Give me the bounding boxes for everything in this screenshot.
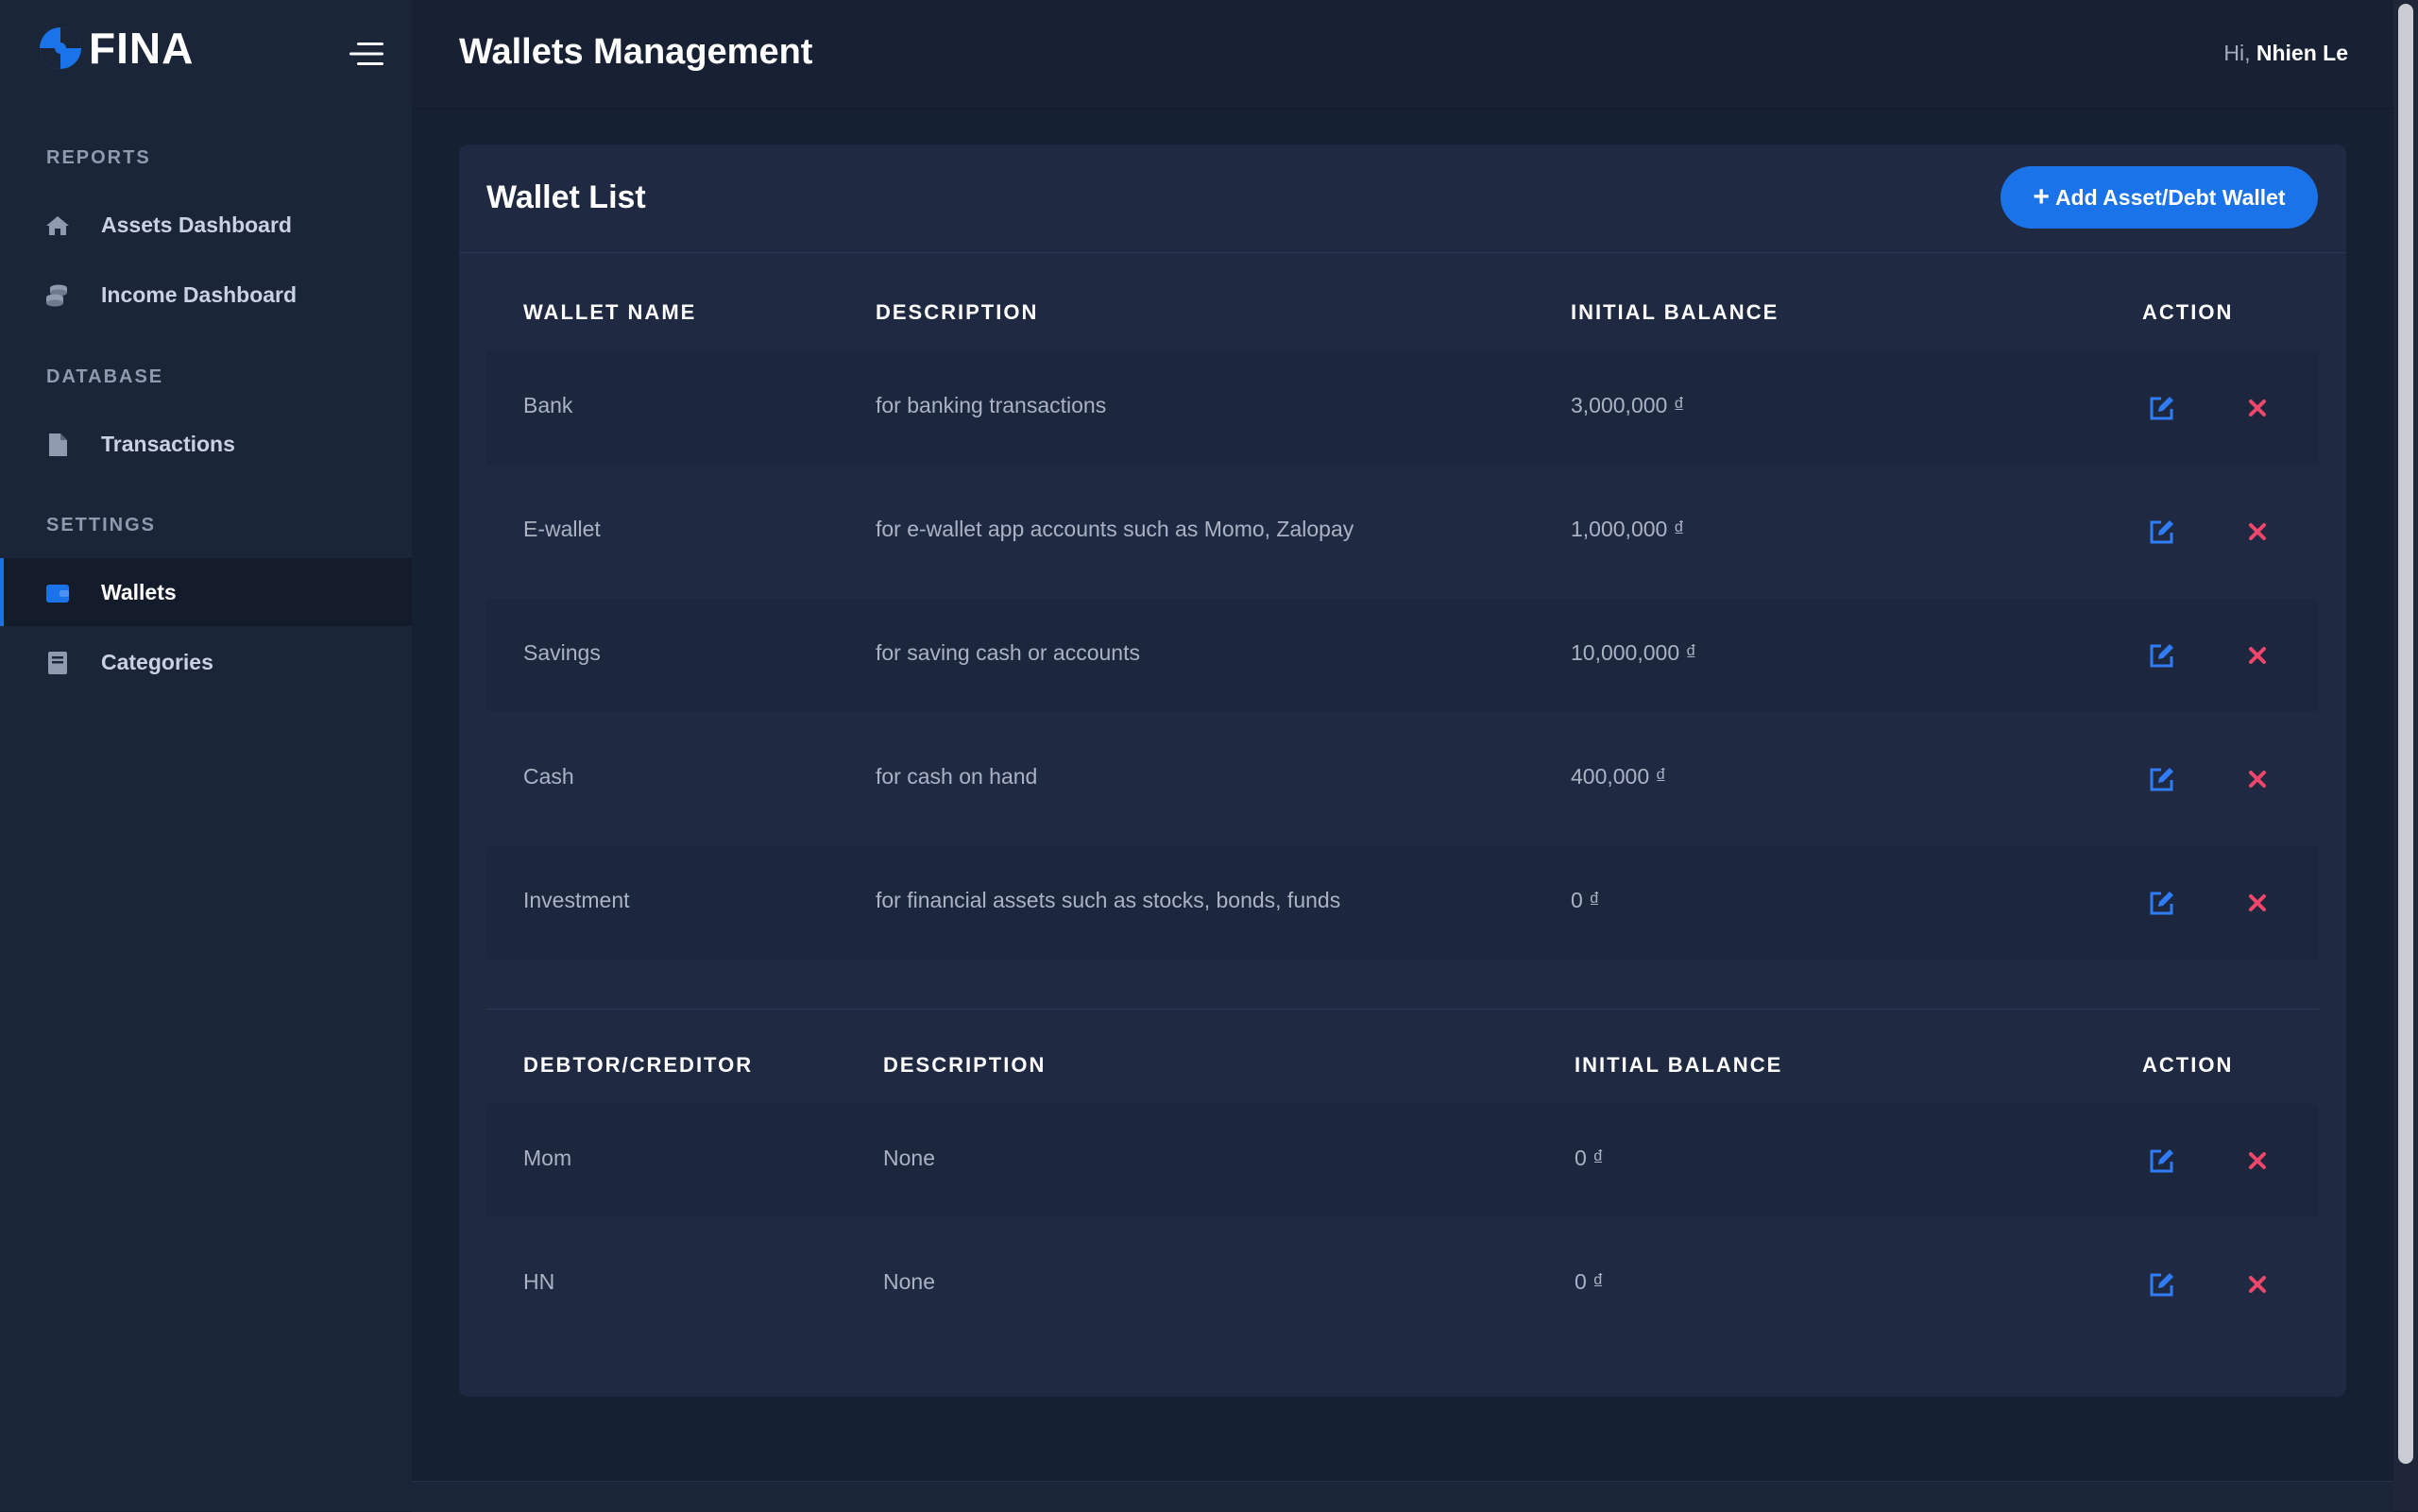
delete-icon[interactable]	[2247, 1150, 2268, 1171]
wallet-list-card: Wallet List + Add Asset/Debt Wallet WALL…	[459, 144, 2346, 1397]
coins-icon	[46, 284, 67, 307]
column-header-initial-balance: INITIAL BALANCE	[1575, 1053, 1783, 1077]
page-title: Wallets Management	[459, 32, 813, 72]
section-label-database: DATABASE	[46, 366, 164, 387]
sidebar-item-transactions[interactable]: Transactions	[0, 410, 412, 478]
add-wallet-button-label: Add Asset/Debt Wallet	[2054, 184, 2286, 210]
page-footer	[412, 1481, 2393, 1512]
vertical-scrollbar[interactable]	[2393, 0, 2418, 1511]
cell-description: for cash on hand	[876, 764, 1038, 789]
sidebar-item-assets-dashboard[interactable]: Assets Dashboard	[0, 191, 412, 259]
fina-logo-icon	[40, 27, 81, 69]
delete-icon[interactable]	[2247, 645, 2268, 666]
wallet-icon	[46, 585, 69, 603]
section-label-reports: REPORTS	[46, 147, 151, 168]
cell-balance: 10,000,000 ₫	[1571, 640, 1697, 665]
cell-description: None	[883, 1146, 935, 1170]
book-icon	[48, 652, 67, 674]
add-wallet-button[interactable]: + Add Asset/Debt Wallet	[2001, 166, 2318, 229]
delete-icon[interactable]	[2247, 892, 2268, 913]
brand-name: FINA	[89, 24, 195, 73]
menu-toggle-icon[interactable]	[349, 42, 383, 66]
cell-balance: 0 ₫	[1571, 888, 1600, 912]
cell-name: Mom	[523, 1146, 572, 1170]
card-title: Wallet List	[486, 179, 646, 215]
sidebar-item-income-dashboard[interactable]: Income Dashboard	[0, 261, 412, 329]
cell-description: for banking transactions	[876, 393, 1107, 417]
sidebar-item-wallets[interactable]: Wallets	[0, 558, 412, 626]
cell-balance: 400,000 ₫	[1571, 764, 1667, 789]
cell-balance: 3,000,000 ₫	[1571, 393, 1685, 417]
sidebar: FINA REPORTS Assets Dashboard Income Das…	[0, 0, 412, 1511]
cell-name: Savings	[523, 640, 601, 665]
column-header-description: DESCRIPTION	[883, 1053, 1047, 1077]
cell-balance: 0 ₫	[1575, 1269, 1604, 1294]
column-header-debtor-creditor: DEBTOR/CREDITOR	[523, 1053, 754, 1077]
cell-name: HN	[523, 1269, 555, 1294]
edit-icon[interactable]	[2148, 1270, 2176, 1299]
card-header: Wallet List + Add Asset/Debt Wallet	[459, 144, 2346, 253]
cell-description: for financial assets such as stocks, bon…	[876, 888, 1341, 912]
table-row: E-wallet for e-wallet app accounts such a…	[486, 475, 2319, 588]
column-header-description: DESCRIPTION	[876, 300, 1039, 324]
delete-icon[interactable]	[2247, 521, 2268, 542]
section-divider	[486, 1009, 2319, 1010]
user-name: Nhien Le	[2256, 41, 2348, 65]
sidebar-item-label: Categories	[101, 650, 213, 674]
edit-icon[interactable]	[2148, 1147, 2176, 1175]
cell-description: None	[883, 1269, 935, 1294]
table-row: Mom None 0 ₫	[486, 1104, 2319, 1217]
column-header-action: ACTION	[2142, 1053, 2234, 1077]
table-row: Bank for banking transactions 3,000,000 ₫	[486, 351, 2319, 465]
table-row: Investment for financial assets such as s…	[486, 846, 2319, 960]
column-header-wallet-name: WALLET NAME	[523, 300, 697, 324]
user-greeting[interactable]: Hi, Nhien Le	[2223, 41, 2348, 66]
edit-icon[interactable]	[2148, 765, 2176, 793]
sidebar-item-label: Wallets	[101, 580, 177, 604]
table-row: Savings for saving cash or accounts 10,000…	[486, 599, 2319, 712]
file-icon	[49, 433, 67, 456]
cell-balance: 0 ₫	[1575, 1146, 1604, 1170]
cell-description: for saving cash or accounts	[876, 640, 1140, 665]
section-label-settings: SETTINGS	[46, 515, 157, 535]
column-header-initial-balance: INITIAL BALANCE	[1571, 300, 1779, 324]
cell-name: E-wallet	[523, 517, 601, 541]
cell-name: Investment	[523, 888, 630, 912]
brand-logo[interactable]: FINA	[38, 24, 195, 73]
column-header-action: ACTION	[2142, 300, 2234, 324]
cell-name: Bank	[523, 393, 573, 417]
sidebar-item-categories[interactable]: Categories	[0, 628, 412, 696]
sidebar-item-label: Income Dashboard	[101, 282, 298, 307]
scrollbar-thumb[interactable]	[2398, 4, 2413, 1464]
plus-icon: +	[2033, 181, 2050, 212]
delete-icon[interactable]	[2247, 1274, 2268, 1295]
edit-icon[interactable]	[2148, 394, 2176, 422]
delete-icon[interactable]	[2247, 398, 2268, 418]
sidebar-item-label: Transactions	[101, 432, 235, 456]
cell-description: for e-wallet app accounts such as Momo, …	[876, 517, 1354, 541]
edit-icon[interactable]	[2148, 518, 2176, 546]
greeting-prefix: Hi,	[2223, 41, 2251, 65]
delete-icon[interactable]	[2247, 769, 2268, 790]
home-icon	[46, 216, 69, 235]
sidebar-item-label: Assets Dashboard	[101, 212, 292, 237]
edit-icon[interactable]	[2148, 889, 2176, 917]
cell-balance: 1,000,000 ₫	[1571, 517, 1685, 541]
cell-name: Cash	[523, 764, 574, 789]
top-header: Wallets Management Hi, Nhien Le	[412, 0, 2393, 109]
edit-icon[interactable]	[2148, 641, 2176, 670]
table-row: HN None 0 ₫	[486, 1228, 2319, 1341]
table-row: Cash for cash on hand 400,000 ₫	[486, 722, 2319, 836]
